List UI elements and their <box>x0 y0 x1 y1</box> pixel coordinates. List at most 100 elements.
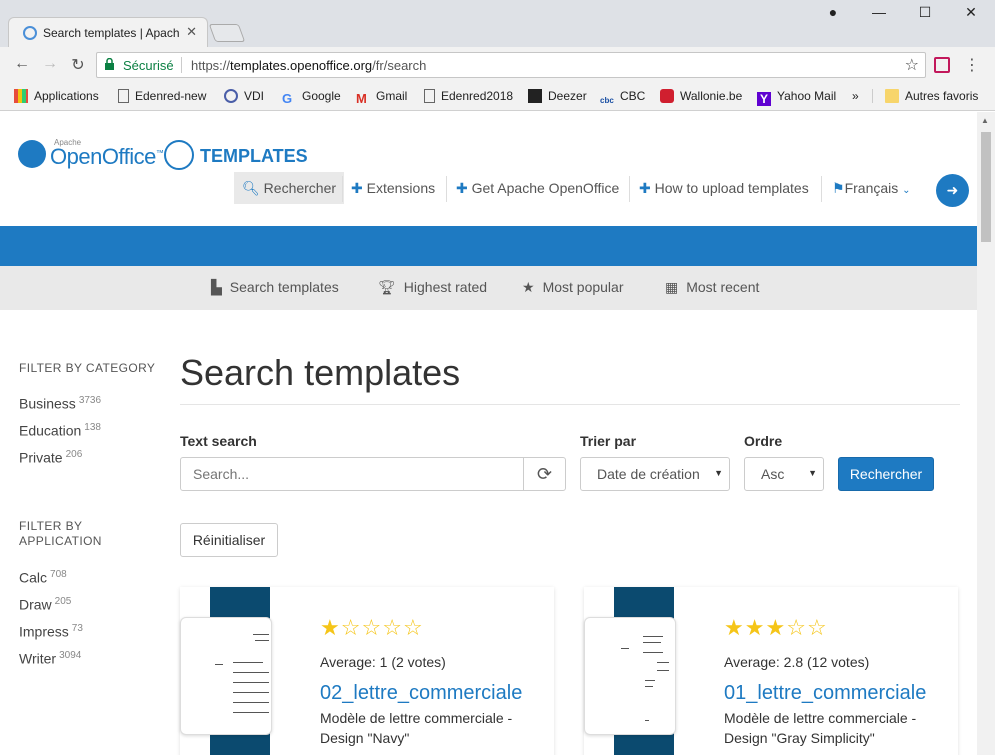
close-tab-icon[interactable]: ✕ <box>186 24 197 40</box>
url-text: https://templates.openoffice.org/fr/sear… <box>191 58 426 73</box>
nav-rechercher[interactable]: 🔍︎ Rechercher <box>234 172 345 204</box>
bookmark-google[interactable]: G Google <box>282 89 341 106</box>
nav-how-to-upload[interactable]: ✚ How to upload templates <box>631 172 817 204</box>
search-input[interactable] <box>180 457 524 491</box>
new-tab-button[interactable] <box>208 24 246 42</box>
subnav-most-recent[interactable]: ▦ Most recent <box>665 279 759 296</box>
bookmark-other-favorites[interactable]: Autres favoris <box>872 89 978 103</box>
address-bar[interactable]: Sécurisé https://templates.openoffice.or… <box>96 52 926 78</box>
bookmark-edenred-new[interactable]: Edenred-new <box>118 89 206 103</box>
filter-heading-line-1: FILTER BY <box>19 519 83 533</box>
filter-label: Business <box>19 395 76 412</box>
template-description: Modèle de lettre commerciale - Design "N… <box>320 710 513 746</box>
puzzle-icon: ✚ <box>351 180 363 196</box>
nav-label: Rechercher <box>263 180 337 196</box>
dropdown-arrow-icon: ▼ <box>808 468 817 478</box>
bookmark-gmail[interactable]: M Gmail <box>356 89 407 106</box>
filter-app-impress[interactable]: Impress 73 <box>19 623 83 640</box>
scrollbar-thumb[interactable] <box>981 132 991 242</box>
language-dropdown[interactable]: ⚑Français ⌄ <box>824 172 919 204</box>
filter-label: Education <box>19 422 82 439</box>
refresh-button[interactable]: ⟳ <box>523 457 566 491</box>
bookmarks-bar: Applications Edenred-new VDI G Google M Gm… <box>0 83 995 111</box>
nav-get-openoffice[interactable]: ✚ Get Apache OpenOffice <box>448 172 627 204</box>
sort-value: Date de création <box>597 466 700 482</box>
back-arrow-icon[interactable]: ← <box>12 55 32 73</box>
bookmark-cbc[interactable]: cbc CBC <box>600 89 645 108</box>
bookmark-vdi[interactable]: VDI <box>224 89 264 103</box>
filter-app-writer[interactable]: Writer 3094 <box>19 650 81 667</box>
templates-logo-text: TEMPLATES <box>200 146 308 166</box>
bookmark-wallonie[interactable]: Wallonie.be <box>660 89 742 103</box>
minimize-icon[interactable]: — <box>864 4 894 20</box>
bookmark-edenred2018[interactable]: Edenred2018 <box>424 89 513 103</box>
forward-arrow-icon[interactable]: → <box>40 55 60 73</box>
average-rating: Average: 1 (2 votes) <box>320 654 446 670</box>
subnav-search-templates[interactable]: ▙ Search templates <box>211 279 339 296</box>
template-name-link[interactable]: 02_lettre_commerciale <box>320 682 522 705</box>
logo-name: OpenOffice™ <box>50 144 164 170</box>
trophy-icon: 🏆︎ <box>378 279 396 295</box>
url-host: templates.openoffice.org <box>230 58 373 73</box>
filter-count: 708 <box>50 569 67 580</box>
reload-icon[interactable]: ↻ <box>68 55 88 75</box>
bookmark-star-icon[interactable]: ☆ <box>905 55 919 75</box>
subnav-highest-rated[interactable]: 🏆︎ Highest rated <box>378 279 487 296</box>
subnav-most-popular[interactable]: ★ Most popular <box>522 279 624 296</box>
star-empty-icon: ☆ <box>361 615 383 640</box>
star-icon: ★ <box>522 279 535 295</box>
blue-banner <box>0 226 977 266</box>
filter-label: Calc <box>19 569 48 586</box>
filter-heading-line-2: APPLICATION <box>19 534 102 548</box>
search-button[interactable]: Rechercher <box>838 457 934 491</box>
filter-label: Impress <box>19 623 69 640</box>
extension-icon[interactable] <box>934 57 950 73</box>
browser-titlebar: Search templates | Apach ✕ ● — ☐ ✕ <box>0 0 995 47</box>
bookmark-yahoo-mail[interactable]: Y Yahoo Mail <box>757 89 836 106</box>
template-name-link[interactable]: 01_lettre_commerciale <box>724 682 926 705</box>
template-description: Modèle de lettre commerciale - Design "G… <box>724 710 917 746</box>
reset-button[interactable]: Réinitialiser <box>180 523 278 557</box>
nav-divider <box>821 176 822 202</box>
close-window-icon[interactable]: ✕ <box>956 4 986 21</box>
web-page: Apache OpenOffice™ TEMPLATES 🔍︎ Recherch… <box>0 112 977 755</box>
bookmarks-overflow-button[interactable]: » <box>852 89 859 103</box>
nav-extensions[interactable]: ✚ Extensions <box>343 172 443 204</box>
scroll-up-icon[interactable]: ▲ <box>981 116 989 125</box>
filter-count: 138 <box>84 422 101 433</box>
sort-select[interactable]: Date de création ▼ <box>580 457 730 491</box>
filter-app-calc[interactable]: Calc 708 <box>19 569 67 586</box>
page-scrollbar[interactable]: ▲ <box>977 112 995 755</box>
bookmark-applications[interactable]: Applications <box>14 89 99 103</box>
order-value: Asc <box>761 466 785 482</box>
overflow-chevron-icon: » <box>852 89 859 103</box>
bookmark-deezer[interactable]: Deezer <box>528 89 587 103</box>
bookmark-label: Google <box>302 89 341 103</box>
order-select[interactable]: Asc ▼ <box>744 457 824 491</box>
template-card[interactable]: ★☆☆☆☆ Average: 1 (2 votes) 02_lettre_com… <box>180 587 554 755</box>
lock-icon <box>105 58 114 70</box>
nav-divider <box>629 176 630 202</box>
average-rating: Average: 2.8 (12 votes) <box>724 654 870 670</box>
browser-menu-icon[interactable]: ⋮ <box>964 55 980 75</box>
filter-category-business[interactable]: Business 3736 <box>19 395 101 412</box>
filter-count: 3736 <box>78 395 102 406</box>
login-button[interactable]: ➜ <box>936 174 969 207</box>
filter-category-private[interactable]: Private 206 <box>19 449 82 466</box>
template-thumbnail[interactable] <box>584 617 676 735</box>
sub-nav: ▙ Search templates 🏆︎ Highest rated ★ Most … <box>0 266 977 310</box>
browser-tab[interactable]: Search templates | Apach ✕ <box>8 17 208 47</box>
folder-icon <box>885 89 899 103</box>
chevron-down-icon: ⌄ <box>902 185 911 196</box>
maximize-icon[interactable]: ☐ <box>910 4 940 21</box>
bookmark-label: Edenred-new <box>135 89 207 103</box>
url-prefix: https:// <box>191 58 231 73</box>
filter-category-education[interactable]: Education 138 <box>19 422 101 439</box>
filter-app-draw[interactable]: Draw 205 <box>19 596 71 613</box>
profile-icon[interactable]: ● <box>818 4 848 20</box>
template-card[interactable]: ★★★☆☆ Average: 2.8 (12 votes) 01_lettre_… <box>584 587 958 755</box>
bookmark-label: Yahoo Mail <box>777 89 837 103</box>
filter-label: Writer <box>19 650 57 667</box>
template-thumbnail[interactable] <box>180 617 272 735</box>
subnav-label: Most recent <box>686 279 760 295</box>
